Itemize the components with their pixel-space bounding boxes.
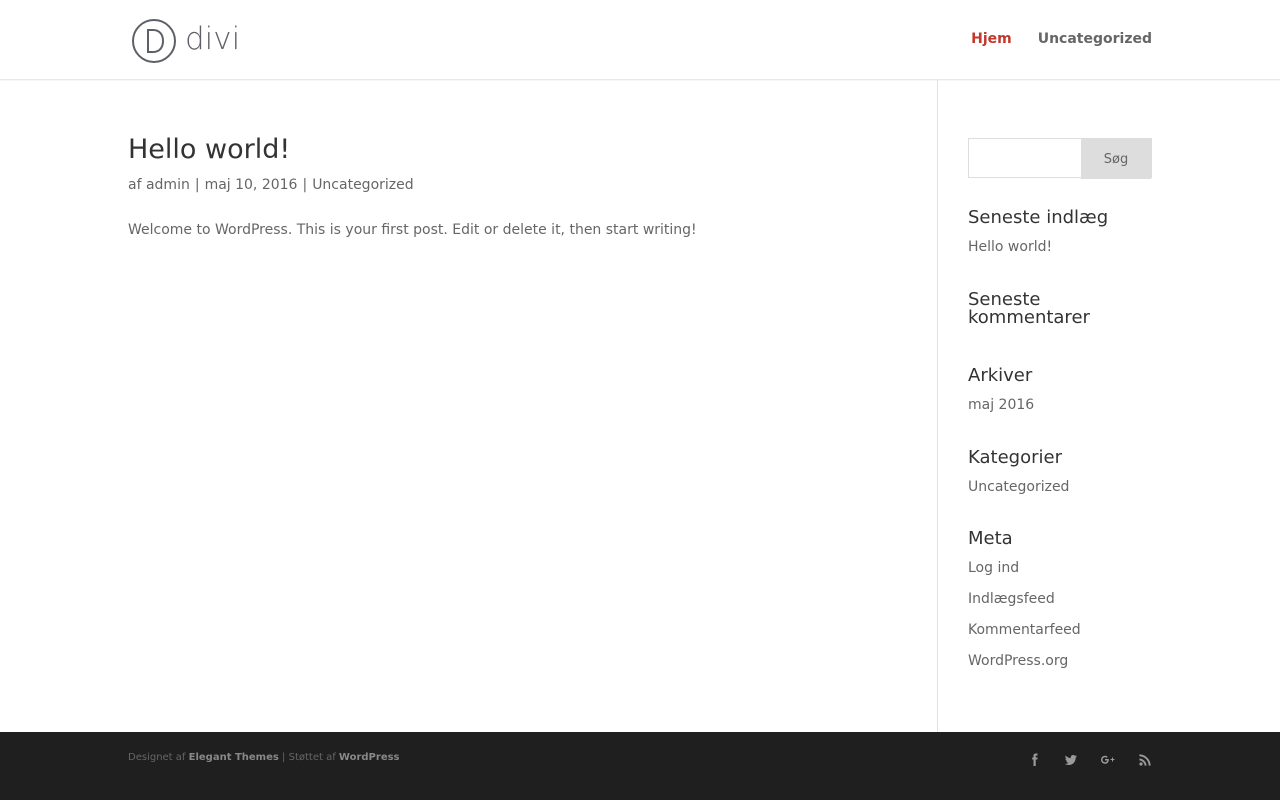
meta-prefix: af bbox=[128, 177, 142, 193]
recent-comments-title: Seneste kommentarer bbox=[968, 291, 1090, 327]
google-plus-icon[interactable] bbox=[1100, 752, 1116, 771]
elegant-themes-link[interactable]: Elegant Themes bbox=[189, 752, 279, 763]
footer-credit: Designet af Elegant Themes | Støttet af … bbox=[128, 752, 400, 763]
logo-text: divi bbox=[185, 20, 241, 57]
divi-logo-icon bbox=[132, 19, 176, 63]
meta-wordpress-org-link[interactable]: WordPress.org bbox=[968, 653, 1068, 669]
post-title-link[interactable]: Hello world! bbox=[128, 134, 290, 165]
site-logo[interactable]: divi bbox=[131, 18, 240, 64]
twitter-icon[interactable] bbox=[1064, 752, 1078, 771]
search-form: Søg bbox=[968, 138, 1152, 179]
post-title[interactable]: Hello world! bbox=[128, 134, 290, 166]
footer-separator: | bbox=[282, 752, 286, 763]
meta-title: Meta bbox=[968, 528, 1013, 549]
author-link[interactable]: admin bbox=[146, 177, 190, 193]
meta-separator: | bbox=[302, 177, 308, 193]
post-date: maj 10, 2016 bbox=[204, 177, 298, 193]
meta-comments-feed-link[interactable]: Kommentarfeed bbox=[968, 622, 1081, 638]
facebook-icon[interactable] bbox=[1028, 752, 1042, 771]
category-link[interactable]: Uncategorized bbox=[312, 177, 413, 193]
meta-separator: | bbox=[194, 177, 200, 193]
meta-login-link[interactable]: Log ind bbox=[968, 560, 1019, 576]
designed-by-prefix: Designet af bbox=[128, 752, 186, 763]
powered-by-prefix: Støttet af bbox=[288, 752, 336, 763]
social-icons bbox=[1028, 752, 1152, 771]
categories-title: Kategorier bbox=[968, 447, 1062, 468]
nav-item-hjem[interactable]: Hjem bbox=[971, 31, 1012, 47]
search-button[interactable]: Søg bbox=[1081, 139, 1151, 179]
recent-comments-title-line2: kommentarer bbox=[968, 307, 1090, 328]
site-header: divi Hjem Uncategorized bbox=[0, 0, 1280, 80]
post-meta: af admin | maj 10, 2016 | Uncategorized bbox=[128, 177, 414, 193]
archives-title: Arkiver bbox=[968, 365, 1033, 386]
content-divider bbox=[937, 80, 938, 732]
meta-posts-feed-link[interactable]: Indlægsfeed bbox=[968, 591, 1055, 607]
site-footer: Designet af Elegant Themes | Støttet af … bbox=[0, 732, 1280, 800]
recent-post-link[interactable]: Hello world! bbox=[968, 239, 1052, 255]
archive-link[interactable]: maj 2016 bbox=[968, 397, 1034, 413]
search-input[interactable] bbox=[969, 139, 1081, 177]
recent-posts-title: Seneste indlæg bbox=[968, 207, 1109, 228]
post-excerpt: Welcome to WordPress. This is your first… bbox=[128, 222, 697, 238]
nav-item-uncategorized[interactable]: Uncategorized bbox=[1038, 31, 1152, 47]
category-item-link[interactable]: Uncategorized bbox=[968, 479, 1069, 495]
main-nav: Hjem Uncategorized bbox=[971, 31, 1152, 47]
wordpress-link[interactable]: WordPress bbox=[339, 752, 400, 763]
rss-icon[interactable] bbox=[1138, 752, 1152, 771]
